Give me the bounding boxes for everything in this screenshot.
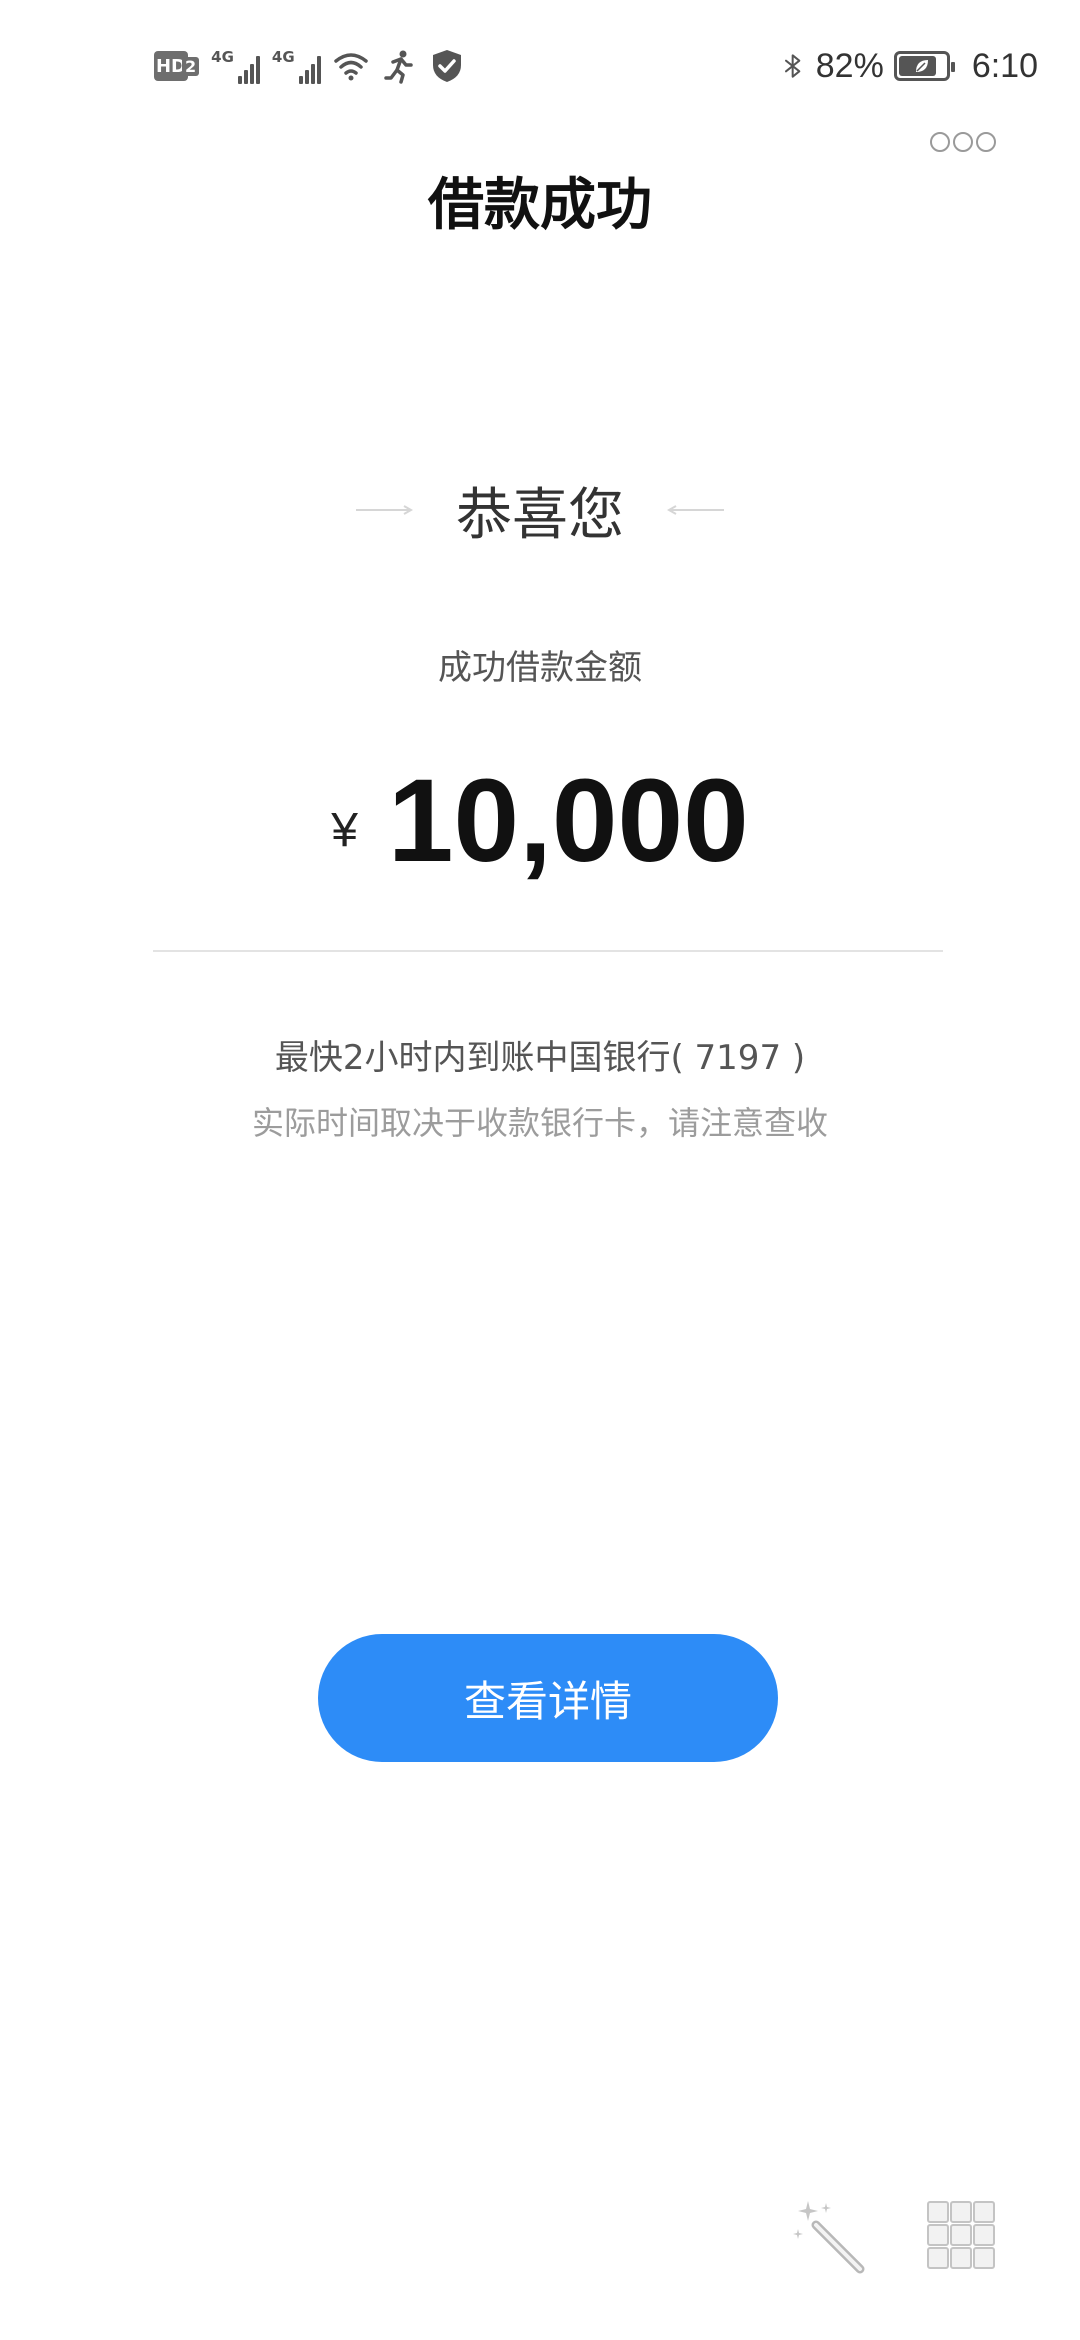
signal-4g-icon: 4G [211,48,260,84]
signal-4g-icon: 4G [272,48,321,84]
more-dots-icon [953,132,973,152]
signal-label: 4G [271,48,295,66]
battery-icon [893,51,955,81]
amount-label: 成功借款金额 [438,648,642,688]
status-bar: HD 2 4G 4G 82% 6:10 [0,0,1080,130]
shield-icon [432,50,461,82]
running-icon [383,50,413,84]
battery-percent: 82% [815,46,884,85]
clock: 6:10 [971,46,1038,85]
status-bar-right: 82% 6:10 [782,44,1038,88]
magic-wand-icon[interactable] [790,2195,870,2275]
wifi-icon [333,53,368,81]
arrow-left-decoration-icon [666,505,724,515]
status-bar-left: HD 2 4G 4G [154,44,465,88]
congrats-row: 恭喜您 [0,470,1080,550]
arrival-text: 最快2小时内到账中国银行( 7197 ) [274,1038,806,1078]
page-title: 借款成功 [428,173,652,238]
more-dots-icon [976,132,996,152]
screen: HD 2 4G 4G 82% 6:10 借款成功 恭喜您 成功借款金额 ¥ 10… [0,0,1080,2340]
more-button[interactable] [930,130,996,154]
currency-symbol: ¥ [331,804,358,857]
arrival-note: 实际时间取决于收款银行卡，请注意查收 [251,1104,828,1142]
hd-sub-label: 2 [182,56,200,76]
congrats-text: 恭喜您 [456,482,624,548]
loan-amount: 10,000 [387,755,749,887]
amount-row: ¥ 10,000 [0,740,1080,880]
more-dots-icon [930,132,950,152]
signal-label: 4G [211,48,234,66]
divider [153,950,943,952]
bluetooth-icon [784,54,801,78]
view-details-button[interactable]: 查看详情 [318,1634,778,1762]
arrow-right-decoration-icon [356,505,414,515]
hd-icon: HD 2 [154,51,200,81]
leaf-icon [915,60,928,72]
grid-icon[interactable] [926,2200,996,2270]
